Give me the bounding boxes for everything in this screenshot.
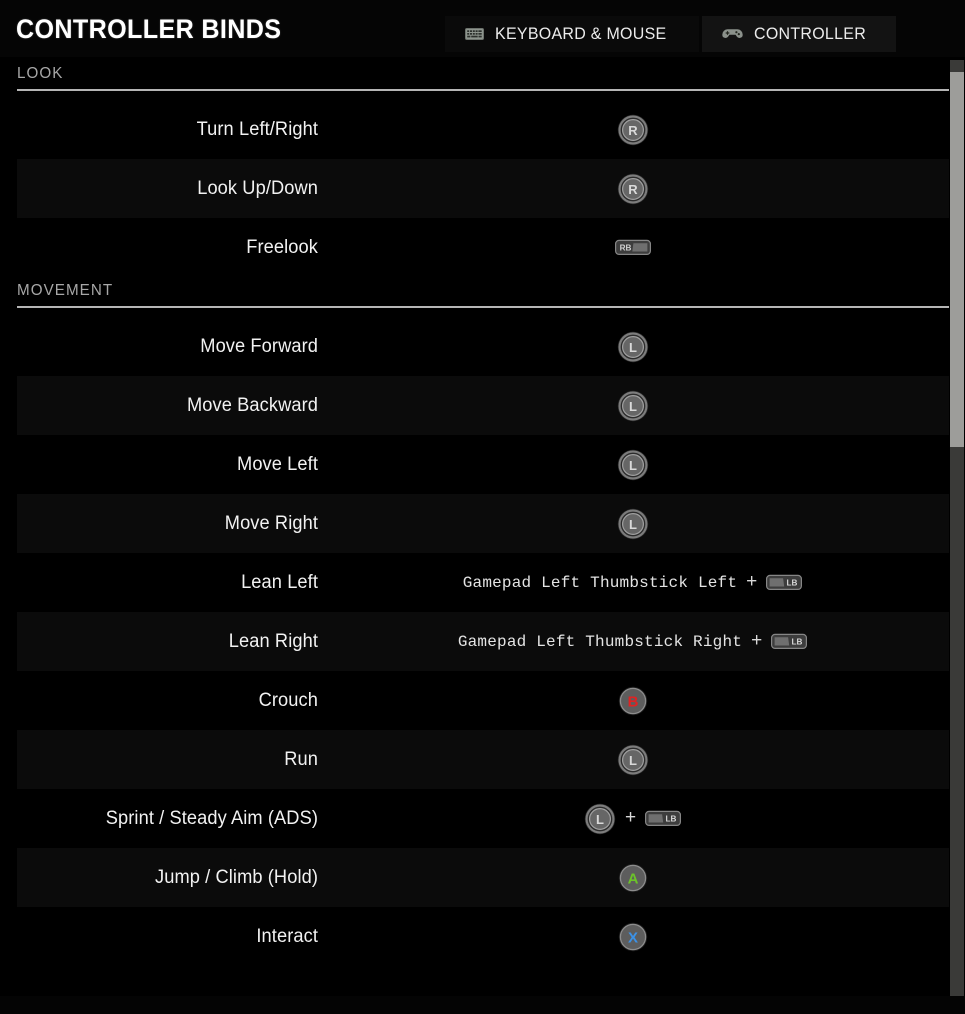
bind-value[interactable]: L [318, 390, 949, 422]
svg-text:L: L [629, 340, 637, 355]
bind-value[interactable]: Gamepad Left Thumbstick Left + LB [318, 571, 949, 592]
stick-r-icon: R [617, 173, 649, 205]
bind-label: Look Up/Down [197, 177, 318, 199]
bind-row[interactable]: Sprint / Steady Aim (ADS) L + LB [17, 789, 949, 848]
bind-value[interactable]: L [318, 508, 949, 540]
svg-text:R: R [628, 123, 638, 138]
svg-text:L: L [629, 399, 637, 414]
svg-text:L: L [629, 458, 637, 473]
bind-row[interactable]: Turn Left/Right R [17, 100, 949, 159]
button-b-icon: B [618, 686, 648, 716]
bumper-lb-icon: LB [771, 632, 808, 651]
scrollbar-track[interactable] [950, 60, 964, 1014]
bumper-rb-icon: RB [614, 238, 651, 257]
bind-value[interactable]: L [318, 331, 949, 363]
bind-row[interactable]: Crouch B [17, 671, 949, 730]
bumper-lb-icon: LB [645, 809, 682, 828]
bind-row[interactable]: Move Right L [17, 494, 949, 553]
section-divider [17, 306, 949, 308]
bind-label: Move Backward [186, 394, 318, 416]
bind-label: Move Forward [200, 335, 318, 357]
bind-value[interactable]: B [318, 686, 949, 716]
bind-row[interactable]: Move Forward L [17, 317, 949, 376]
section-header-movement: MOVEMENT [0, 277, 965, 317]
svg-text:L: L [629, 517, 637, 532]
bind-value[interactable]: RB [318, 238, 949, 257]
bind-label: Lean Left [241, 571, 318, 593]
binds-list: LOOK Turn Left/Right R Look Up/Down R Freeloo… [0, 60, 965, 966]
tab-label: KEYBOARD & MOUSE [495, 24, 667, 43]
svg-text:R: R [628, 182, 638, 197]
svg-text:LB: LB [666, 814, 677, 823]
bind-row[interactable]: Look Up/Down R [17, 159, 949, 218]
stick-l-icon: L [584, 803, 616, 835]
bind-row[interactable]: Move Left L [17, 435, 949, 494]
bind-label: Lean Right [228, 630, 318, 652]
binds-scroll-area[interactable]: LOOK Turn Left/Right R Look Up/Down R Freeloo… [0, 60, 965, 1014]
bind-label: Interact [256, 925, 318, 947]
tab-keyboard-mouse[interactable]: KEYBOARD & MOUSE [445, 16, 700, 52]
bind-value[interactable]: L [318, 449, 949, 481]
bind-value[interactable]: L [318, 744, 949, 776]
stick-l-icon: L [617, 449, 649, 481]
bind-label: Move Left [237, 453, 318, 475]
stick-l-icon: L [617, 390, 649, 422]
section-divider [17, 89, 949, 91]
bind-label: Turn Left/Right [196, 118, 318, 140]
bind-combo-separator: + [746, 571, 758, 592]
svg-text:RB: RB [619, 243, 631, 252]
svg-text:X: X [627, 929, 637, 946]
stick-l-icon: L [617, 508, 649, 540]
page-title: CONTROLLER BINDS [16, 14, 282, 44]
bind-value[interactable]: R [318, 114, 949, 146]
bind-combo-separator: + [624, 807, 637, 828]
section-title: MOVEMENT [17, 282, 114, 299]
bind-row[interactable]: Lean Right Gamepad Left Thumbstick Right +… [17, 612, 949, 671]
stick-l-icon: L [617, 744, 649, 776]
bind-label: Move Right [224, 512, 318, 534]
bind-label: Freelook [246, 236, 318, 258]
button-a-icon: A [618, 863, 648, 893]
svg-text:L: L [596, 812, 604, 827]
stick-l-icon: L [617, 331, 649, 363]
bind-value-text: Gamepad Left Thumbstick Right [457, 632, 743, 651]
input-device-tabs: KEYBOARD & MOUSE CONTROLLER [445, 16, 896, 52]
tab-controller[interactable]: CONTROLLER [702, 16, 896, 52]
bind-row[interactable]: Interact X [17, 907, 949, 966]
svg-text:LB: LB [792, 637, 803, 646]
gamepad-icon [722, 27, 744, 41]
section-title: LOOK [17, 65, 64, 82]
bind-value[interactable]: Gamepad Left Thumbstick Right + LB [318, 630, 949, 651]
bind-row[interactable]: Jump / Climb (Hold) A [17, 848, 949, 907]
svg-text:L: L [629, 753, 637, 768]
bind-combo-separator: + [751, 630, 763, 651]
bind-row[interactable]: Freelook RB [17, 218, 949, 277]
bind-value[interactable]: R [318, 173, 949, 205]
bind-value[interactable]: L + LB [318, 803, 949, 835]
keyboard-icon [465, 27, 484, 41]
bind-row[interactable]: Lean Left Gamepad Left Thumbstick Left + LB [17, 553, 949, 612]
bind-value-text: Gamepad Left Thumbstick Left [462, 573, 738, 592]
bumper-lb-icon: LB [766, 573, 803, 592]
stick-r-icon: R [617, 114, 649, 146]
bottom-strip [0, 996, 965, 1014]
svg-text:A: A [627, 870, 638, 887]
bind-row[interactable]: Move Backward L [17, 376, 949, 435]
page-header: CONTROLLER BINDS KEYBOARD & MOUSE CONTROL… [0, 0, 965, 57]
tab-label: CONTROLLER [754, 24, 867, 43]
svg-text:B: B [627, 693, 638, 710]
scrollbar-thumb[interactable] [950, 72, 964, 448]
bind-label: Jump / Climb (Hold) [155, 866, 318, 888]
bind-row[interactable]: Run L [17, 730, 949, 789]
bind-label: Crouch [258, 689, 318, 711]
bind-value[interactable]: A [318, 863, 949, 893]
svg-text:LB: LB [787, 578, 798, 587]
bind-label: Run [284, 748, 318, 770]
button-x-icon: X [618, 922, 648, 952]
bind-label: Sprint / Steady Aim (ADS) [105, 807, 318, 829]
bind-value[interactable]: X [318, 922, 949, 952]
section-header-look: LOOK [0, 60, 965, 100]
